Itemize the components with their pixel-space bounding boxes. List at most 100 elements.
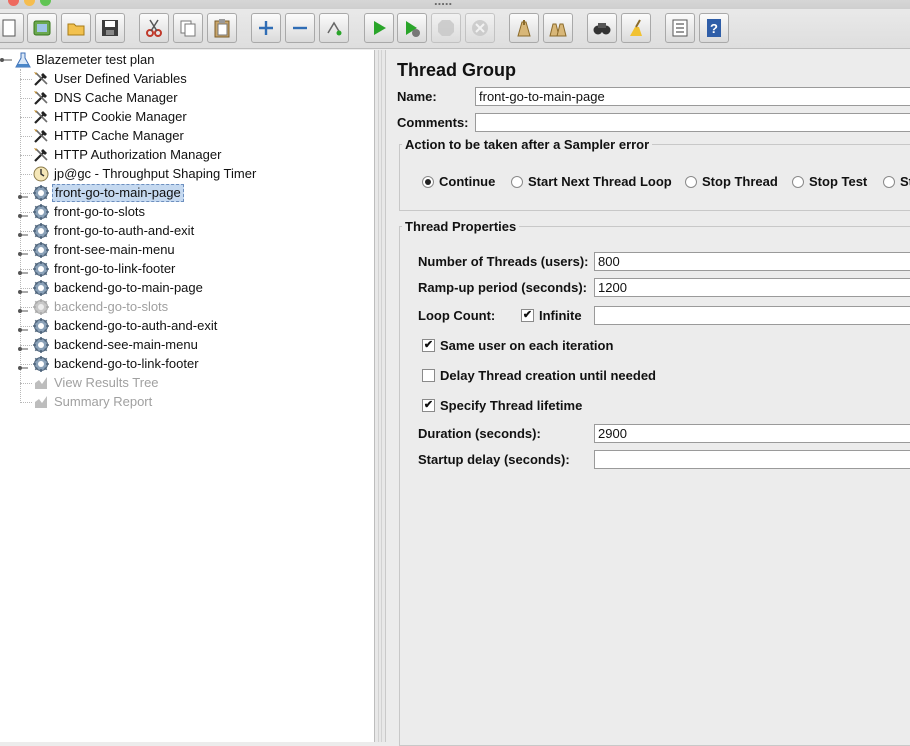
expand-node-icon[interactable] xyxy=(16,322,28,332)
radio-stop-test-button[interactable] xyxy=(792,175,804,188)
config-element-icon xyxy=(32,89,50,107)
test-plan-icon xyxy=(14,51,32,69)
help-button[interactable]: ? xyxy=(699,13,729,43)
expand-node-icon[interactable] xyxy=(16,189,28,199)
rampup-field[interactable]: 1200 xyxy=(594,278,910,297)
shutdown-button[interactable] xyxy=(465,13,495,43)
expand-node-icon[interactable] xyxy=(16,284,28,294)
radio-stop-test-label: Stop Test xyxy=(809,174,868,189)
tree-item-backend-go-to-main-page[interactable]: backend-go-to-main-page xyxy=(32,279,205,297)
templates-icon xyxy=(33,20,51,36)
expand-node-icon[interactable] xyxy=(16,208,28,218)
tree-item-label: HTTP Cookie Manager xyxy=(54,109,187,124)
tree-item-backend-see-main-menu[interactable]: backend-see-main-menu xyxy=(32,336,200,354)
tree-item-backend-go-to-auth-and-exit[interactable]: backend-go-to-auth-and-exit xyxy=(32,317,219,335)
close-window-icon[interactable] xyxy=(8,0,19,6)
lifetime-checkbox-box[interactable]: ✔ xyxy=(422,399,435,412)
open-button[interactable] xyxy=(61,13,91,43)
templates-button[interactable] xyxy=(27,13,57,43)
clear-all-button[interactable] xyxy=(543,13,573,43)
comments-field[interactable] xyxy=(475,113,910,132)
split-pane-divider[interactable] xyxy=(374,50,386,742)
thread-group-icon xyxy=(32,279,50,297)
tree-item-summary-report[interactable]: Summary Report xyxy=(32,393,154,411)
tree-item-backend-go-to-link-footer[interactable]: backend-go-to-link-footer xyxy=(32,355,201,373)
start-button[interactable] xyxy=(364,13,394,43)
reset-search-button[interactable] xyxy=(621,13,651,43)
tree-item-front-go-to-main-page[interactable]: front-go-to-main-page xyxy=(32,184,184,202)
tree-item-http-cookie-manager[interactable]: HTTP Cookie Manager xyxy=(32,108,189,126)
expand-node-icon[interactable] xyxy=(16,303,28,313)
expand-node-icon[interactable] xyxy=(16,227,28,237)
tree-item-front-go-to-auth-and-exit[interactable]: front-go-to-auth-and-exit xyxy=(32,222,196,240)
tree-item-backend-go-to-slots[interactable]: backend-go-to-slots xyxy=(32,298,170,316)
infinite-checkbox[interactable]: ✔ Infinite xyxy=(521,308,582,323)
thread-properties-group xyxy=(399,226,910,746)
radio-stop-thread[interactable]: Stop Thread xyxy=(685,174,778,189)
radio-continue-label: Continue xyxy=(439,174,496,189)
collapse-root-icon[interactable] xyxy=(0,56,12,64)
comments-label: Comments: xyxy=(397,115,469,130)
collapse-all-button[interactable] xyxy=(285,13,315,43)
tree-item-user-defined-variables[interactable]: User Defined Variables xyxy=(32,70,189,88)
tree-root[interactable]: Blazemeter test plan xyxy=(0,51,157,69)
start-no-pauses-button[interactable] xyxy=(397,13,427,43)
thread-group-icon xyxy=(32,241,50,259)
threads-field[interactable]: 800 xyxy=(594,252,910,271)
tree-item-label: backend-go-to-auth-and-exit xyxy=(54,318,218,333)
radio-stop-test-now[interactable]: St xyxy=(883,174,910,189)
duration-field[interactable]: 2900 xyxy=(594,424,910,443)
expand-node-icon[interactable] xyxy=(16,246,28,256)
paste-button[interactable] xyxy=(207,13,237,43)
zoom-window-icon[interactable] xyxy=(40,0,51,6)
toggle-button[interactable] xyxy=(319,13,349,43)
new-button[interactable] xyxy=(0,13,24,43)
tree-item-label: backend-go-to-main-page xyxy=(54,280,203,295)
expand-node-icon[interactable] xyxy=(16,265,28,275)
expand-node-icon[interactable] xyxy=(16,360,28,370)
expand-all-button[interactable] xyxy=(251,13,281,43)
toolbar: ? xyxy=(0,9,910,49)
save-button[interactable] xyxy=(95,13,125,43)
search-button[interactable] xyxy=(587,13,617,43)
tree-item-front-see-main-menu[interactable]: front-see-main-menu xyxy=(32,241,177,259)
delay-checkbox-box[interactable] xyxy=(422,369,435,382)
radio-stop-test-now-button[interactable] xyxy=(883,175,895,188)
function-helper-button[interactable] xyxy=(665,13,695,43)
tree-item-front-go-to-slots[interactable]: front-go-to-slots xyxy=(32,203,147,221)
radio-stop-thread-button[interactable] xyxy=(685,175,697,188)
test-plan-tree[interactable]: Blazemeter test plan User Defined Variab… xyxy=(0,50,374,742)
tree-item-jp-gc-throughput-shaping-timer[interactable]: jp@gc - Throughput Shaping Timer xyxy=(32,165,258,183)
tree-item-label: front-go-to-auth-and-exit xyxy=(54,223,195,238)
copy-button[interactable] xyxy=(173,13,203,43)
expand-node-icon[interactable] xyxy=(16,341,28,351)
same-user-checkbox[interactable]: ✔ Same user on each iteration xyxy=(422,338,613,353)
radio-start-next-button[interactable] xyxy=(511,175,523,188)
clear-button[interactable] xyxy=(509,13,539,43)
tree-item-label: User Defined Variables xyxy=(54,71,187,86)
startup-delay-field[interactable] xyxy=(594,450,910,469)
infinite-label: Infinite xyxy=(539,308,582,323)
radio-continue-button[interactable] xyxy=(422,175,434,188)
radio-stop-test[interactable]: Stop Test xyxy=(792,174,867,189)
tree-item-http-authorization-manager[interactable]: HTTP Authorization Manager xyxy=(32,146,223,164)
tree-item-dns-cache-manager[interactable]: DNS Cache Manager xyxy=(32,89,180,107)
minimize-window-icon[interactable] xyxy=(24,0,35,6)
infinite-checkbox-box[interactable]: ✔ xyxy=(521,309,534,322)
delay-thread-creation-checkbox[interactable]: Delay Thread creation until needed xyxy=(422,368,656,383)
tree-item-http-cache-manager[interactable]: HTTP Cache Manager xyxy=(32,127,186,145)
radio-continue[interactable]: Continue xyxy=(422,174,495,189)
clear-all-icon xyxy=(549,23,567,37)
name-field[interactable]: front-go-to-main-page xyxy=(475,87,910,106)
tree-item-view-results-tree[interactable]: View Results Tree xyxy=(32,374,161,392)
radio-start-next-thread-loop[interactable]: Start Next Thread Loop xyxy=(511,174,672,189)
svg-text:?: ? xyxy=(710,21,718,36)
cut-button[interactable] xyxy=(139,13,169,43)
loop-count-field[interactable] xyxy=(594,306,910,325)
stop-button[interactable] xyxy=(431,13,461,43)
timer-icon xyxy=(32,165,50,183)
radio-stop-test-now-label: St xyxy=(900,174,910,189)
tree-item-front-go-to-link-footer[interactable]: front-go-to-link-footer xyxy=(32,260,177,278)
same-user-checkbox-box[interactable]: ✔ xyxy=(422,339,435,352)
specify-thread-lifetime-checkbox[interactable]: ✔ Specify Thread lifetime xyxy=(422,398,582,413)
